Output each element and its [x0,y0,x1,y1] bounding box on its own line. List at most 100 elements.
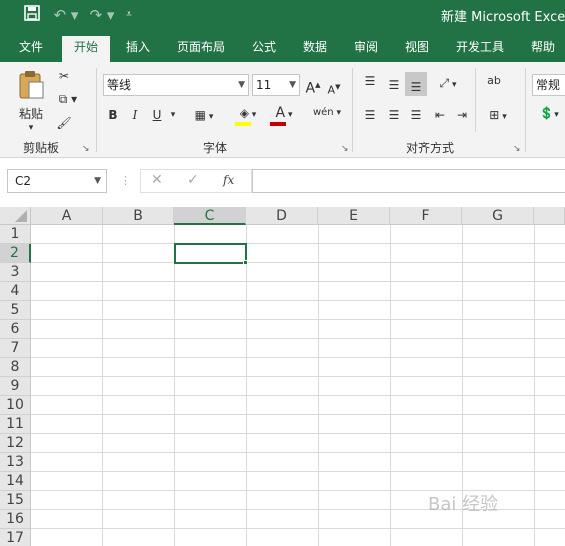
align-top-icon[interactable]: ☰ [360,72,380,90]
format-painter-icon[interactable]: 🖌 [55,114,73,132]
increase-indent-icon[interactable]: ⇥ [452,106,472,124]
decrease-indent-icon[interactable]: ⇤ [430,106,450,124]
orientation-button[interactable]: ⤢ ▾ [433,74,463,94]
chevron-down-icon: ▼ [238,80,245,90]
tab-file[interactable]: 文件 [8,36,54,62]
alignment-launcher-icon[interactable]: ↘ [513,144,521,154]
shrink-font-button[interactable]: A▼ [326,78,342,100]
tab-review[interactable]: 审阅 [346,36,386,62]
row-header[interactable]: 11 [0,415,31,434]
row-header[interactable]: 15 [0,491,31,510]
phonetic-button[interactable]: wén ▾ [310,104,344,122]
name-box[interactable]: C2 ▼ [7,169,107,193]
gridline [31,414,565,415]
tab-formulas[interactable]: 公式 [244,36,284,62]
tab-data[interactable]: 数据 [295,36,335,62]
group-divider [96,68,97,152]
column-header[interactable]: B [103,207,174,225]
row-header[interactable]: 17 [0,529,31,546]
paste-button[interactable]: 粘贴 ▾ [14,70,48,133]
formula-buttons: ✕ ✓ fx [140,169,252,193]
column-header[interactable] [534,207,565,225]
font-color-icon: A [275,105,286,121]
cancel-icon[interactable]: ✕ [151,172,163,188]
tab-insert[interactable]: 插入 [116,36,160,62]
accounting-format-button[interactable]: 💲▾ [534,104,564,124]
row-header[interactable]: 9 [0,377,31,396]
align-middle-icon[interactable]: ☰ [384,76,404,94]
font-size-combo[interactable]: 11 ▼ [252,74,300,96]
alignment-group-label: 对齐方式 [405,141,454,155]
row-header[interactable]: 3 [0,263,31,282]
row-header[interactable]: 8 [0,358,31,377]
formula-bar-grip-icon[interactable]: ⋮ [120,174,131,187]
column-header[interactable]: D [246,207,318,225]
font-group-label: 字体 [202,141,227,155]
paste-label: 粘贴 [18,107,43,121]
underline-dropdown-icon[interactable]: ▾ [167,106,179,124]
gridline [31,376,565,377]
row-header[interactable]: 16 [0,510,31,529]
undo-icon[interactable]: ↶ ▾ [52,5,80,25]
ribbon-tabs: 文件 开始 插入 页面布局 公式 数据 审阅 视图 开发工具 帮助 [0,30,565,62]
window-title: 新建 Microsoft Excel 工 [441,10,565,25]
active-cell[interactable] [174,243,247,264]
number-format-combo[interactable]: 常规 [532,74,565,96]
align-bottom-icon[interactable]: ☰ [405,72,427,96]
select-all-button[interactable] [0,207,31,225]
gridline [31,281,565,282]
align-center-icon[interactable]: ☰ [384,106,404,124]
row-header[interactable]: 12 [0,434,31,453]
borders-button[interactable]: ▦ ▾ [190,106,218,126]
grow-font-button[interactable]: A▲ [305,76,321,98]
tab-help[interactable]: 帮助 [523,36,563,62]
align-left-icon[interactable]: ☰ [360,106,380,124]
row-header[interactable]: 4 [0,282,31,301]
customize-icon[interactable]: ⩡ [122,5,136,25]
align-right-icon[interactable]: ☰ [406,106,426,124]
clipboard-launcher-icon[interactable]: ↘ [82,144,90,154]
column-header[interactable]: G [462,207,534,225]
currency-icon: 💲 [539,106,555,120]
column-header[interactable]: A [31,207,103,225]
italic-button[interactable]: I [128,106,142,124]
clipboard-icon [19,71,44,99]
row-header[interactable]: 5 [0,301,31,320]
gridline [246,225,247,546]
save-icon[interactable] [22,5,42,25]
fill-handle[interactable] [243,260,248,265]
formula-input[interactable] [252,169,565,193]
column-header[interactable]: E [318,207,390,225]
font-color-button[interactable]: A ▾ [268,104,300,126]
row-header[interactable]: 1 [0,225,31,244]
tab-home[interactable]: 开始 [62,36,110,62]
column-header[interactable]: F [390,207,462,225]
row-header[interactable]: 2 [0,244,31,263]
wrap-text-button[interactable]: ab [482,72,506,90]
gridline [174,225,175,546]
row-header[interactable]: 14 [0,472,31,491]
tab-view[interactable]: 视图 [397,36,437,62]
tab-page-layout[interactable]: 页面布局 [170,36,232,62]
redo-icon[interactable]: ↷ ▾ [88,5,116,25]
confirm-icon[interactable]: ✓ [187,172,199,188]
underline-button[interactable]: U [150,106,164,124]
font-name-combo[interactable]: 等线 ▼ [103,74,249,96]
copy-icon[interactable]: ⧉ ▾ [53,90,83,108]
merge-center-button[interactable]: ⊞ ▾ [482,106,514,126]
gridline [31,262,565,263]
insert-function-icon[interactable]: fx [223,173,234,187]
fill-color-button[interactable]: ◈ ▾ [233,104,263,126]
row-header[interactable]: 13 [0,453,31,472]
row-header[interactable]: 7 [0,339,31,358]
gridline [31,243,565,244]
watermark: Bai 经验 [428,494,499,515]
font-launcher-icon[interactable]: ↘ [341,144,349,154]
bold-button[interactable]: B [106,106,120,124]
gridline [102,225,103,546]
row-header[interactable]: 6 [0,320,31,339]
cut-icon[interactable]: ✂ [55,67,73,85]
row-header[interactable]: 10 [0,396,31,415]
column-header[interactable]: C [174,207,246,225]
tab-developer[interactable]: 开发工具 [450,36,510,62]
